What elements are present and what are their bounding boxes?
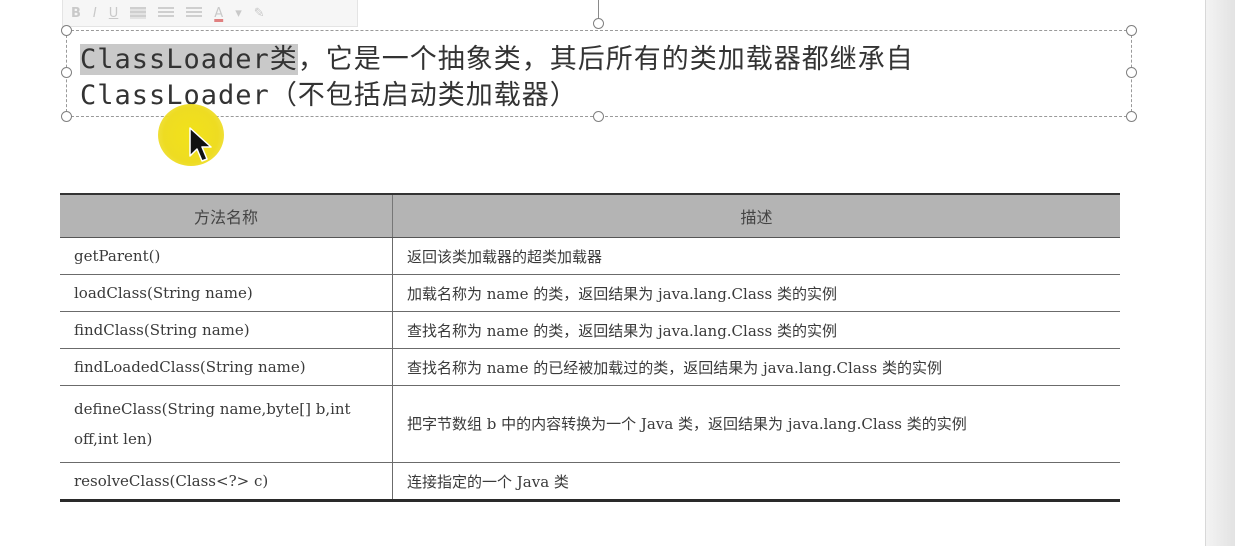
align-center-icon[interactable] [158, 7, 175, 19]
description-cell: 把字节数组 b 中的内容转换为一个 Java 类，返回结果为 java.lang… [392, 385, 1120, 463]
method-cell: defineClass(String name,byte[] b,int off… [60, 385, 393, 463]
rotate-handle[interactable] [593, 18, 604, 29]
resize-handle-bottom-right[interactable] [1126, 111, 1137, 122]
selected-text[interactable]: ClassLoader类 [80, 44, 298, 75]
italic-button[interactable]: I [93, 6, 97, 21]
text-line-1[interactable]: ClassLoader类，它是一个抽象类，其后所有的类加载器都继承自 [80, 37, 914, 76]
method-cell: getParent() [60, 237, 393, 275]
description-cell: 加载名称为 name 的类，返回结果为 java.lang.Class 类的实例 [392, 274, 1120, 312]
method-cell: resolveClass(Class<?> c) [60, 462, 393, 502]
table-row: findClass(String name) 查找名称为 name 的类，返回结… [60, 311, 1120, 349]
table-row: defineClass(String name,byte[] b,int off… [60, 385, 1120, 463]
format-painter-icon[interactable]: ✎ [254, 6, 265, 21]
mini-format-toolbar: B I U A ▾ ✎ [62, 0, 358, 27]
description-cell: 查找名称为 name 的已经被加载过的类，返回结果为 java.lang.Cla… [392, 348, 1120, 386]
method-cell: findLoadedClass(String name) [60, 348, 393, 386]
table-row: getParent() 返回该类加载器的超类加载器 [60, 237, 1120, 275]
text-line-1-rest[interactable]: ，它是一个抽象类，其后所有的类加载器都继承自 [298, 44, 914, 75]
resize-handle-left[interactable] [61, 67, 72, 78]
resize-handle-top-right[interactable] [1126, 25, 1137, 36]
classloader-methods-table: 方法名称 描述 getParent() 返回该类加载器的超类加载器 loadCl… [60, 193, 1120, 502]
table-row: findLoadedClass(String name) 查找名称为 name … [60, 348, 1120, 386]
underline-button[interactable]: U [109, 6, 119, 21]
resize-handle-bottom-left[interactable] [61, 111, 72, 122]
table-row: resolveClass(Class<?> c) 连接指定的一个 Java 类 [60, 462, 1120, 502]
column-header-description: 描述 [392, 193, 1120, 238]
method-cell: findClass(String name) [60, 311, 393, 349]
font-color-button[interactable]: A [214, 6, 223, 21]
description-cell: 返回该类加载器的超类加载器 [392, 237, 1120, 275]
slide-canvas[interactable]: B I U A ▾ ✎ ClassLoader类，它是一个抽象类，其后所有的类加… [0, 0, 1205, 546]
resize-handle-bottom[interactable] [593, 111, 604, 122]
resize-handle-right[interactable] [1126, 67, 1137, 78]
mouse-pointer-icon [189, 127, 212, 162]
chevron-down-icon[interactable]: ▾ [235, 6, 242, 21]
description-cell: 连接指定的一个 Java 类 [392, 462, 1120, 502]
column-header-method: 方法名称 [60, 193, 393, 238]
align-left-icon[interactable] [130, 7, 147, 19]
text-line-2[interactable]: ClassLoader（不包括启动类加载器） [80, 73, 578, 112]
text-line-2-rest[interactable]: （不包括启动类加载器） [270, 80, 578, 111]
method-cell: loadClass(String name) [60, 274, 393, 312]
align-right-icon[interactable] [186, 7, 203, 19]
bold-button[interactable]: B [71, 6, 81, 21]
description-cell: 查找名称为 name 的类，返回结果为 java.lang.Class 类的实例 [392, 311, 1120, 349]
table-row: loadClass(String name) 加载名称为 name 的类，返回结… [60, 274, 1120, 312]
scrollbar-area[interactable] [1205, 0, 1235, 546]
resize-handle-top-left[interactable] [61, 25, 72, 36]
text-line-2-code[interactable]: ClassLoader [80, 80, 270, 111]
table-header-row: 方法名称 描述 [60, 193, 1120, 238]
